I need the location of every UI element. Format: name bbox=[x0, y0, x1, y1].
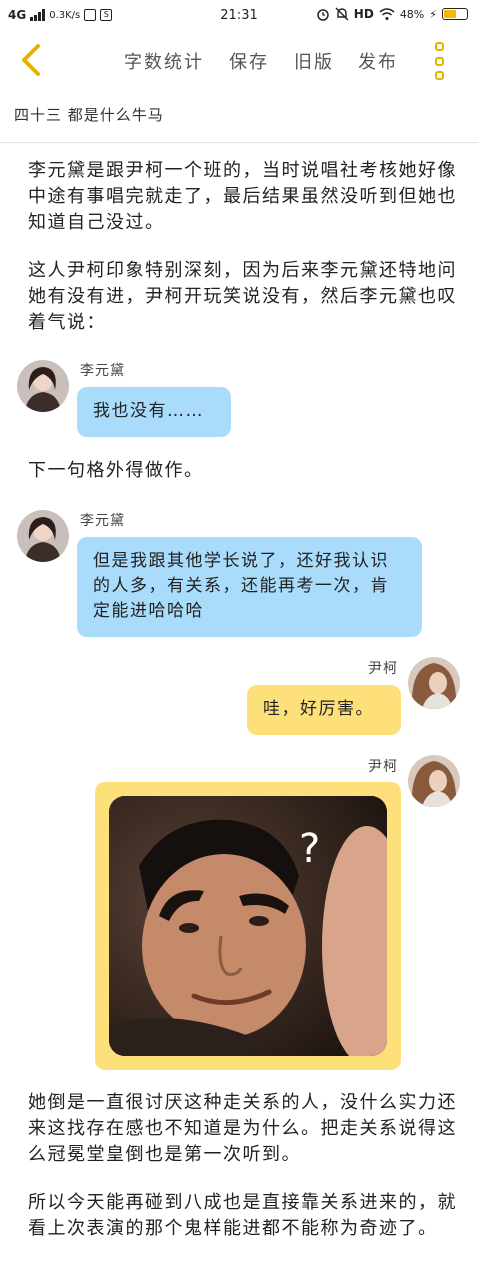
avatar[interactable] bbox=[408, 755, 460, 807]
meme-image[interactable]: ? bbox=[109, 796, 387, 1056]
more-menu-icon[interactable] bbox=[430, 42, 448, 80]
hd-label: HD bbox=[353, 7, 374, 21]
wifi-icon bbox=[379, 8, 395, 20]
paragraph[interactable]: 这人尹柯印象特别深刻，因为后来李元黛还特地问她有没有进，尹柯开玩笑说没有，然后李… bbox=[28, 258, 458, 336]
back-arrow-icon[interactable] bbox=[14, 42, 50, 78]
sender-name: 尹柯 bbox=[368, 759, 398, 775]
paragraph[interactable]: 李元黛是跟尹柯一个班的，当时说唱社考核她好像中途有事唱完就走了，最后结果虽然没听… bbox=[28, 158, 458, 236]
save-button[interactable]: 保存 bbox=[229, 48, 269, 74]
old-version-button[interactable]: 旧版 bbox=[294, 48, 334, 74]
divider bbox=[0, 142, 478, 143]
mute-icon bbox=[335, 7, 349, 21]
chat-bubble[interactable]: 我也没有…… bbox=[77, 387, 231, 437]
avatar[interactable] bbox=[17, 360, 69, 412]
battery-icon bbox=[442, 8, 468, 20]
sender-name: 李元黛 bbox=[80, 363, 125, 379]
sender-name: 李元黛 bbox=[80, 513, 125, 529]
charging-icon: ⚡ bbox=[429, 7, 437, 21]
alarm-icon bbox=[317, 9, 329, 21]
sender-name: 尹柯 bbox=[368, 661, 398, 677]
editor-toolbar: 字数统计 保存 旧版 发布 bbox=[0, 36, 478, 84]
status-right: HD 48% ⚡ bbox=[316, 7, 468, 21]
publish-button[interactable]: 发布 bbox=[358, 48, 398, 74]
avatar[interactable] bbox=[17, 510, 69, 562]
paragraph[interactable]: 她倒是一直很讨厌这种走关系的人，没什么实力还来这找存在感也不知道是为什么。把走关… bbox=[28, 1090, 458, 1168]
avatar[interactable] bbox=[408, 657, 460, 709]
word-count-button[interactable]: 字数统计 bbox=[124, 48, 204, 74]
paragraph[interactable]: 下一句格外得做作。 bbox=[28, 458, 458, 484]
chat-bubble[interactable]: 但是我跟其他学长说了，还好我认识的人多，有关系，还能再考一次，肯定能进哈哈哈 bbox=[77, 537, 422, 637]
paragraph[interactable]: 所以今天能再碰到八成也是直接靠关系进来的，就看上次表演的那个鬼样能进都不能称为奇… bbox=[28, 1190, 458, 1242]
status-bar: 4G 0.3K/s S 21:31 HD 48% ⚡ bbox=[0, 0, 478, 32]
question-mark-text: ? bbox=[299, 826, 320, 872]
image-message-bubble[interactable]: ? bbox=[95, 782, 401, 1070]
chat-bubble[interactable]: 哇，好厉害。 bbox=[247, 685, 401, 735]
chapter-title[interactable]: 四十三 都是什么牛马 bbox=[14, 104, 164, 125]
battery-percent: 48% bbox=[399, 7, 425, 21]
